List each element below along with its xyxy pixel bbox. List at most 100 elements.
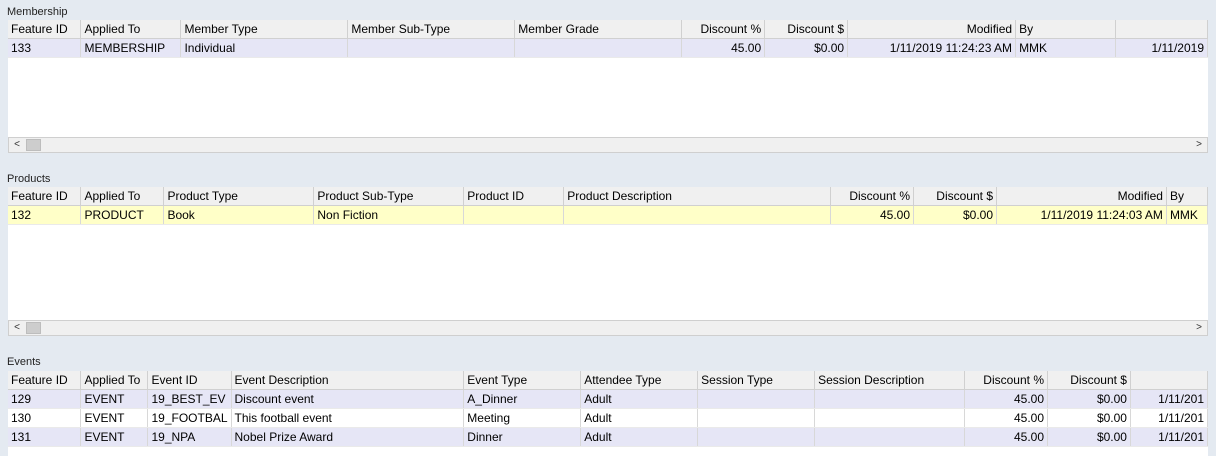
col-feature-id[interactable]: Feature ID [8, 20, 82, 39]
cell-session-type [697, 408, 816, 428]
membership-horizontal-scrollbar[interactable]: < > [8, 137, 1208, 153]
col-discount-percent[interactable]: Discount % [964, 371, 1048, 390]
cell-applied-to: EVENT [80, 427, 149, 447]
cell-event-id: 19_FOOTBAL [147, 408, 232, 428]
table-row[interactable]: 130 EVENT 19_FOOTBAL This football event… [8, 408, 1208, 428]
cell-extra-date: 1/11/201 [1130, 389, 1208, 409]
cell-event-description: Nobel Prize Award [231, 427, 465, 447]
col-discount-dollar[interactable]: Discount $ [1047, 371, 1131, 390]
cell-discount-percent: 45.00 [964, 408, 1048, 428]
col-session-type[interactable]: Session Type [697, 371, 816, 390]
col-member-grade[interactable]: Member Grade [514, 20, 683, 39]
cell-extra-date: 1/11/201 [1130, 427, 1208, 447]
scroll-thumb[interactable] [26, 139, 41, 151]
membership-header-row: Feature ID Applied To Member Type Member… [8, 20, 1208, 39]
cell-session-description [814, 408, 966, 428]
cell-feature-id: 133 [8, 38, 82, 58]
col-product-sub-type[interactable]: Product Sub-Type [313, 187, 465, 206]
events-grid[interactable]: Feature ID Applied To Event ID Event Des… [8, 371, 1208, 456]
col-applied-to[interactable]: Applied To [80, 371, 149, 390]
cell-applied-to: EVENT [80, 389, 149, 409]
cell-applied-to: EVENT [80, 408, 149, 428]
events-header-row: Feature ID Applied To Event ID Event Des… [8, 371, 1208, 390]
cell-member-sub-type [347, 38, 516, 58]
cell-applied-to: PRODUCT [80, 205, 165, 225]
cell-attendee-type: Adult [580, 408, 699, 428]
cell-product-id [463, 205, 565, 225]
col-modified[interactable]: Modified [996, 187, 1167, 206]
cell-extra-date: 1/11/201 [1130, 408, 1208, 428]
cell-feature-id: 131 [8, 427, 82, 447]
col-applied-to[interactable]: Applied To [80, 20, 182, 39]
cell-attendee-type: Adult [580, 427, 699, 447]
col-member-type[interactable]: Member Type [180, 20, 349, 39]
col-member-sub-type[interactable]: Member Sub-Type [347, 20, 516, 39]
col-event-id[interactable]: Event ID [147, 371, 232, 390]
cell-event-description: This football event [231, 408, 465, 428]
products-header-row: Feature ID Applied To Product Type Produ… [8, 187, 1208, 206]
col-discount-dollar[interactable]: Discount $ [764, 20, 849, 39]
col-attendee-type[interactable]: Attendee Type [580, 371, 699, 390]
col-product-type[interactable]: Product Type [163, 187, 315, 206]
col-by[interactable]: By [1166, 187, 1208, 206]
cell-discount-percent: 45.00 [964, 389, 1048, 409]
cell-session-description [814, 389, 966, 409]
cell-event-description: Discount event [231, 389, 465, 409]
scroll-left-icon[interactable]: < [9, 138, 25, 152]
col-product-id[interactable]: Product ID [463, 187, 565, 206]
cell-discount-dollar: $0.00 [1047, 389, 1131, 409]
col-discount-percent[interactable]: Discount % [681, 20, 766, 39]
cell-event-type: A_Dinner [463, 389, 582, 409]
cell-discount-dollar: $0.00 [1047, 408, 1131, 428]
col-feature-id[interactable]: Feature ID [8, 187, 82, 206]
cell-extra-date: 1/11/2019 [1115, 38, 1208, 58]
col-by[interactable]: By [1015, 20, 1116, 39]
cell-session-type [697, 389, 816, 409]
cell-feature-id: 130 [8, 408, 82, 428]
cell-by: MMK [1166, 205, 1208, 225]
products-horizontal-scrollbar[interactable]: < > [8, 320, 1208, 336]
cell-event-id: 19_NPA [147, 427, 232, 447]
col-applied-to[interactable]: Applied To [80, 187, 165, 206]
cell-discount-percent: 45.00 [681, 38, 766, 58]
cell-feature-id: 129 [8, 389, 82, 409]
products-section-title: Products [7, 173, 51, 185]
cell-attendee-type: Adult [580, 389, 699, 409]
cell-feature-id: 132 [8, 205, 82, 225]
table-row[interactable]: 133 MEMBERSHIP Individual 45.00 $0.00 1/… [8, 38, 1208, 58]
cell-event-id: 19_BEST_EV [147, 389, 232, 409]
col-event-type[interactable]: Event Type [463, 371, 582, 390]
scroll-thumb[interactable] [26, 322, 41, 334]
col-feature-id[interactable]: Feature ID [8, 371, 82, 390]
col-event-description[interactable]: Event Description [231, 371, 465, 390]
scroll-right-icon[interactable]: > [1191, 138, 1207, 152]
col-product-description[interactable]: Product Description [563, 187, 832, 206]
cell-modified: 1/11/2019 11:24:03 AM [996, 205, 1167, 225]
table-row[interactable]: 132 PRODUCT Book Non Fiction 45.00 $0.00… [8, 205, 1208, 225]
membership-grid[interactable]: Feature ID Applied To Member Type Member… [8, 20, 1208, 137]
membership-section-title: Membership [7, 6, 68, 18]
col-extra[interactable] [1130, 371, 1208, 390]
col-session-description[interactable]: Session Description [814, 371, 966, 390]
cell-modified: 1/11/2019 11:24:23 AM [847, 38, 1017, 58]
scroll-left-icon[interactable]: < [9, 321, 25, 335]
table-row[interactable]: 129 EVENT 19_BEST_EV Discount event A_Di… [8, 389, 1208, 409]
products-grid[interactable]: Feature ID Applied To Product Type Produ… [8, 187, 1208, 320]
cell-product-type: Book [163, 205, 315, 225]
cell-discount-dollar: $0.00 [764, 38, 849, 58]
cell-event-type: Meeting [463, 408, 582, 428]
col-discount-dollar[interactable]: Discount $ [913, 187, 997, 206]
events-section-title: Events [7, 356, 41, 368]
cell-member-type: Individual [180, 38, 349, 58]
scroll-right-icon[interactable]: > [1191, 321, 1207, 335]
cell-discount-percent: 45.00 [830, 205, 915, 225]
cell-session-description [814, 427, 966, 447]
cell-member-grade [514, 38, 683, 58]
col-modified[interactable]: Modified [847, 20, 1017, 39]
col-extra[interactable] [1115, 20, 1208, 39]
cell-discount-percent: 45.00 [964, 427, 1048, 447]
cell-discount-dollar: $0.00 [1047, 427, 1131, 447]
cell-product-description [563, 205, 832, 225]
col-discount-percent[interactable]: Discount % [830, 187, 915, 206]
table-row[interactable]: 131 EVENT 19_NPA Nobel Prize Award Dinne… [8, 427, 1208, 447]
